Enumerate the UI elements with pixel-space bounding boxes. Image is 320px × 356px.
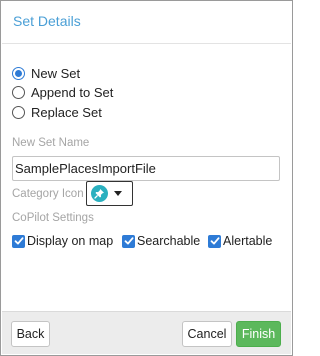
category-icon-dropdown[interactable] (86, 181, 133, 206)
new-set-name-label: New Set Name (12, 137, 90, 149)
checkbox-label-alertable: Alertable (223, 234, 273, 248)
radio-label-append-to-set: Append to Set (31, 84, 114, 100)
dialog-header: Set Details (2, 2, 291, 44)
cancel-button[interactable]: Cancel (182, 321, 232, 347)
copilot-settings-label: CoPilot Settings (12, 212, 94, 224)
radio-replace-set[interactable]: Replace Set (12, 103, 102, 121)
finish-button[interactable]: Finish (236, 321, 281, 347)
radio-append-to-set[interactable]: Append to Set (12, 83, 113, 101)
checkbox-label-searchable: Searchable (137, 234, 201, 248)
radio-label-new-set: New Set (31, 65, 81, 81)
radio-new-set[interactable]: New Set (12, 64, 80, 82)
radio-label-replace-set: Replace Set (31, 104, 102, 120)
checkbox-label-display-on-map: Display on map (27, 234, 114, 248)
new-set-name-input[interactable] (12, 156, 280, 181)
checkbox-checked[interactable] (12, 234, 25, 248)
set-details-dialog: Set Details New Set Append to Set Replac… (0, 0, 293, 356)
checkbox-alertable[interactable]: Alertable (208, 233, 272, 249)
checkbox-checked[interactable] (122, 234, 135, 248)
checkbox-checked[interactable] (208, 234, 221, 248)
checkbox-display-on-map[interactable]: Display on map (12, 233, 113, 249)
chevron-down-icon (114, 191, 122, 196)
radio-button-selected[interactable] (12, 66, 25, 80)
category-icon-label: Category Icon (12, 188, 84, 200)
radio-button[interactable] (12, 85, 25, 99)
checkbox-searchable[interactable]: Searchable (122, 233, 200, 249)
dialog-title: Set Details (13, 13, 81, 29)
back-button[interactable]: Back (11, 321, 50, 347)
radio-button[interactable] (12, 105, 25, 119)
dialog-footer: Back Cancel Finish (2, 311, 291, 354)
pushpin-icon (91, 185, 108, 202)
